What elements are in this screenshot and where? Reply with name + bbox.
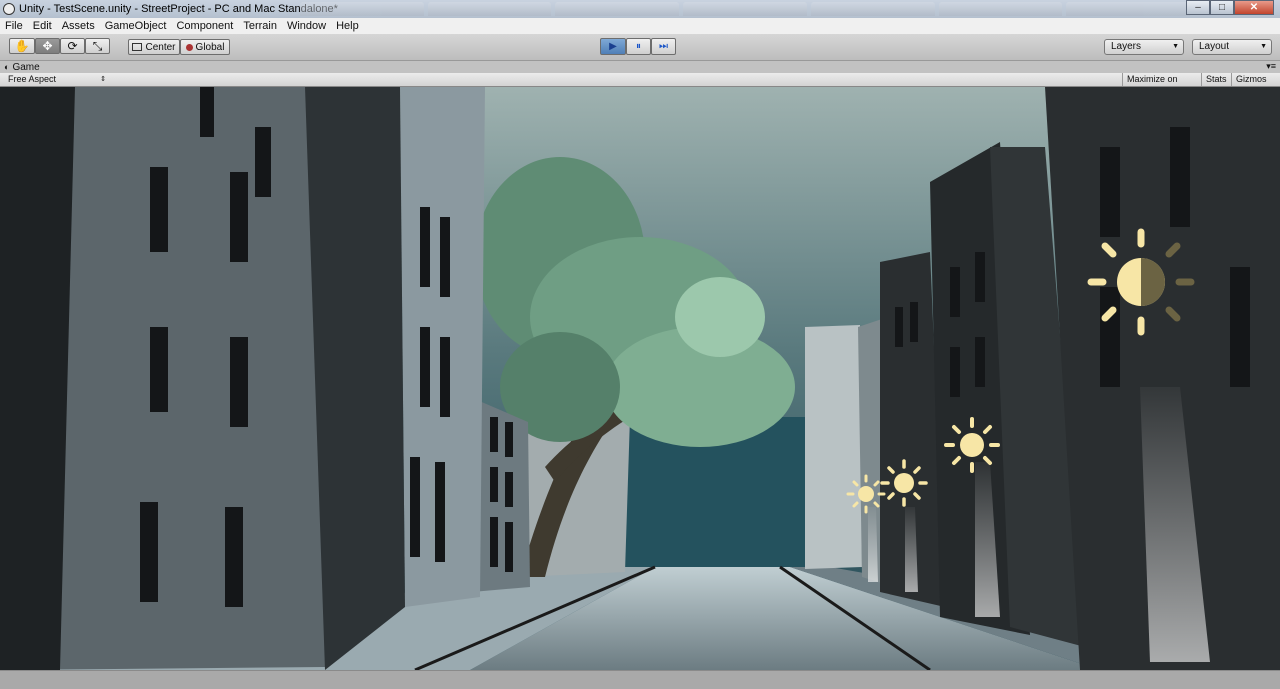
maximize-on-play-toggle[interactable]: Maximize on Play bbox=[1122, 73, 1201, 97]
close-button[interactable]: ✕ bbox=[1234, 0, 1274, 15]
window-title: Unity - TestScene.unity - StreetProject … bbox=[19, 3, 338, 15]
street-scene bbox=[0, 87, 1280, 670]
rotate-icon: ⟳ bbox=[67, 39, 78, 53]
sun-icon bbox=[944, 417, 1000, 473]
game-view-controls: Free Aspect ⇕ Maximize on Play Stats Giz… bbox=[0, 73, 1280, 97]
layout-dropdown[interactable]: Layout ▼ bbox=[1192, 39, 1272, 55]
scale-icon: ⤡ bbox=[92, 39, 103, 53]
hand-icon: ✋ bbox=[14, 39, 30, 53]
play-button[interactable]: ▶ bbox=[600, 38, 626, 55]
menu-help[interactable]: Help bbox=[331, 20, 364, 32]
rotate-tool-button[interactable]: ⟳ bbox=[60, 38, 85, 54]
menu-window[interactable]: Window bbox=[282, 20, 331, 32]
chevron-down-icon: ▼ bbox=[1260, 43, 1267, 50]
pause-icon: ⏸ bbox=[636, 41, 641, 52]
panel-menu-icon[interactable]: ▾≡ bbox=[1266, 61, 1276, 72]
updown-arrow-icon: ⇕ bbox=[100, 76, 106, 83]
window-controls: – □ ✕ bbox=[1186, 0, 1274, 16]
sun-icon bbox=[1087, 228, 1195, 336]
title-bar: Unity - TestScene.unity - StreetProject … bbox=[0, 0, 1280, 18]
tab-game[interactable]: ◐ Game bbox=[4, 61, 40, 73]
hand-tool-button[interactable]: ✋ bbox=[9, 38, 35, 54]
stats-toggle[interactable]: Stats bbox=[1201, 73, 1231, 86]
step-button[interactable]: ⏭ bbox=[651, 38, 676, 55]
menu-edit[interactable]: Edit bbox=[28, 20, 57, 32]
global-space-button[interactable]: Global bbox=[180, 39, 230, 55]
menu-bar: File Edit Assets GameObject Component Te… bbox=[0, 18, 1280, 34]
background-taskbar bbox=[300, 2, 1191, 16]
far-right-building bbox=[805, 325, 862, 569]
aspect-dropdown[interactable]: Free Aspect ⇕ bbox=[4, 73, 109, 86]
play-icon: ▶ bbox=[609, 41, 617, 52]
menu-component[interactable]: Component bbox=[171, 20, 238, 32]
menu-assets[interactable]: Assets bbox=[57, 20, 100, 32]
chevron-down-icon: ▼ bbox=[1172, 43, 1179, 50]
pivot-center-button[interactable]: Center bbox=[128, 39, 180, 55]
move-icon: ✥ bbox=[42, 39, 53, 53]
pause-button[interactable]: ⏸ bbox=[626, 38, 651, 55]
game-viewport[interactable] bbox=[0, 87, 1280, 670]
main-toolbar: ✋ ✥ ⟳ ⤡ Center Global ▶ ⏸ ⏭ Layers ▼ Layo… bbox=[0, 34, 1280, 61]
gizmos-dropdown[interactable]: Gizmos ▼ bbox=[1231, 73, 1276, 97]
status-bar bbox=[0, 670, 1280, 689]
globe-icon bbox=[185, 43, 193, 51]
sun-icon bbox=[880, 459, 928, 507]
game-controller-icon: ◐ bbox=[4, 62, 10, 72]
menu-gameobject[interactable]: GameObject bbox=[100, 20, 172, 32]
minimize-button[interactable]: – bbox=[1186, 0, 1210, 15]
move-tool-button[interactable]: ✥ bbox=[35, 38, 60, 54]
unity-logo-icon bbox=[3, 3, 15, 15]
maximize-button[interactable]: □ bbox=[1210, 0, 1234, 15]
pivot-icon bbox=[132, 43, 143, 51]
menu-file[interactable]: File bbox=[0, 20, 28, 32]
scale-tool-button[interactable]: ⤡ bbox=[85, 38, 110, 54]
layers-dropdown[interactable]: Layers ▼ bbox=[1104, 39, 1184, 55]
game-tab-bar: ◐ Game ▾≡ bbox=[0, 61, 1280, 73]
sun-icon bbox=[846, 474, 886, 514]
menu-terrain[interactable]: Terrain bbox=[238, 20, 282, 32]
step-icon: ⏭ bbox=[659, 41, 668, 52]
